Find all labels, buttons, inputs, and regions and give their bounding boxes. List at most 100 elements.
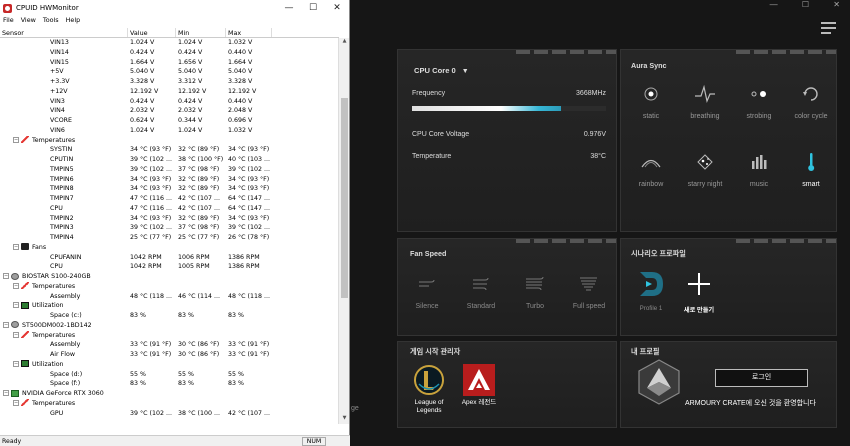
sensor-row[interactable]: VIN6 1.024 V 1.024 V 1.032 V	[0, 126, 339, 136]
sensor-row[interactable]: CPUFANIN 1042 RPM 1006 RPM 1386 RPM	[0, 253, 339, 263]
collapse-toggle-icon[interactable]: −	[13, 399, 19, 406]
panel-accent	[516, 50, 616, 54]
aura-color-cycle[interactable]: color cycle	[784, 84, 838, 120]
sensor-row[interactable]: +12V 12.192 V 12.192 V 12.192 V	[0, 87, 339, 97]
menu-tools[interactable]: Tools	[43, 16, 59, 27]
fan-mode-turbo[interactable]: Turbo	[512, 277, 558, 310]
collapse-toggle-icon[interactable]: −	[13, 243, 19, 250]
aura-starry-night[interactable]: starry night	[678, 152, 732, 188]
armoury-close-button[interactable]: ✕	[833, 0, 840, 9]
tree-group-row[interactable]: − Utilization	[0, 301, 339, 311]
aura-music[interactable]: music	[732, 152, 786, 188]
vertical-scrollbar[interactable]: ▲ ▼	[338, 38, 349, 424]
fan-mode-full-speed[interactable]: Full speed	[566, 277, 612, 310]
column-max[interactable]: Max	[226, 28, 272, 37]
collapse-toggle-icon[interactable]: −	[13, 302, 19, 309]
close-button[interactable]: ✕	[325, 3, 349, 13]
scroll-up-arrow-icon[interactable]: ▲	[339, 38, 350, 47]
sensor-row[interactable]: VIN15 1.664 V 1.656 V 1.664 V	[0, 58, 339, 68]
league-label-line2: Legends	[416, 407, 442, 414]
sensor-row[interactable]: CPU 1042 RPM 1005 RPM 1386 RPM	[0, 262, 339, 272]
menu-file[interactable]: File	[3, 16, 14, 27]
sensor-row[interactable]: SYSTIN 34 °C (93 °F) 32 °C (89 °F) 34 °C (9…	[0, 145, 339, 155]
sensor-row[interactable]: VIN3 0.424 V 0.424 V 0.440 V	[0, 97, 339, 107]
sensor-row[interactable]: Assembly 48 °C (118 ... 46 °C (114 ... 48 °…	[0, 292, 339, 302]
collapse-toggle-icon[interactable]: −	[3, 321, 9, 328]
sensor-row[interactable]: TMPIN7 47 °C (116 ... 42 °C (107 ... 64 °C …	[0, 194, 339, 204]
disk-icon	[11, 272, 19, 280]
tree-group-row[interactable]: − BIOSTAR S100-240GB	[0, 272, 339, 282]
sensor-tree[interactable]: VIN13 1.024 V 1.024 V 1.032 V VIN14 0.424 V 0.…	[0, 38, 339, 424]
collapse-toggle-icon[interactable]: −	[3, 273, 9, 279]
column-sensor[interactable]: Sensor	[0, 28, 128, 37]
collapse-toggle-icon[interactable]: −	[13, 360, 19, 367]
armoury-minimize-button[interactable]: —	[770, 0, 778, 9]
fan-mode-standard[interactable]: Standard	[458, 277, 504, 310]
sensor-row[interactable]: CPU 47 °C (116 ... 42 °C (107 ... 64 °C (14…	[0, 204, 339, 214]
sensor-row[interactable]: +5V 5.040 V 5.040 V 5.040 V	[0, 67, 339, 77]
menu-help[interactable]: Help	[66, 16, 81, 27]
tree-group-row[interactable]: − Temperatures	[0, 399, 339, 409]
scrollbar-thumb[interactable]	[341, 98, 348, 298]
sensor-value-cell	[128, 360, 176, 370]
minimize-button[interactable]: —	[277, 3, 301, 13]
game-apex-legends[interactable]: Apex 레전드	[457, 364, 501, 407]
sensor-row[interactable]: TMPIN3 39 °C (102 ... 37 °C (98 °F) 39 °C (…	[0, 223, 339, 233]
tree-group-row[interactable]: − Temperatures	[0, 331, 339, 341]
collapse-toggle-icon[interactable]: −	[3, 390, 9, 396]
collapse-toggle-icon[interactable]: −	[13, 136, 19, 143]
fan-mode-silence[interactable]: Silence	[404, 277, 450, 310]
sensor-min-cell: 38 °C (100 °F)	[178, 156, 224, 163]
sensor-name-cell: Assembly	[0, 292, 128, 302]
sensor-row[interactable]: VCORE 0.624 V 0.344 V 0.696 V	[0, 116, 339, 126]
menu-view[interactable]: View	[21, 16, 36, 27]
sensor-row[interactable]: TMPIN6 34 °C (93 °F) 32 °C (89 °F) 34 °C (9…	[0, 175, 339, 185]
fan-speed-title: Fan Speed	[410, 249, 447, 258]
tree-group-row[interactable]: − NVIDIA GeForce RTX 3060	[0, 389, 339, 399]
tree-group-row[interactable]: − Temperatures	[0, 136, 339, 146]
sensor-row[interactable]: VIN4 2.032 V 2.032 V 2.048 V	[0, 106, 339, 116]
collapse-toggle-icon[interactable]: −	[13, 282, 19, 289]
cpu-core-selector[interactable]: CPU Core 0 ▼	[414, 66, 469, 75]
sensor-row[interactable]: Assembly 33 °C (91 °F) 30 °C (86 °F) 33 °C …	[0, 340, 339, 350]
sensor-row[interactable]: VIN14 0.424 V 0.424 V 0.440 V	[0, 48, 339, 58]
sensor-row[interactable]: Air Flow 33 °C (91 °F) 30 °C (86 °F) 33 °C …	[0, 350, 339, 360]
tree-group-row[interactable]: − Temperatures	[0, 282, 339, 292]
sensor-row[interactable]: TMPIN4 25 °C (77 °F) 25 °C (77 °F) 26 °C (7…	[0, 233, 339, 243]
aura-strobing[interactable]: strobing	[732, 84, 786, 120]
tree-group-row[interactable]: − Fans	[0, 243, 339, 253]
sensor-row[interactable]: GPU 39 °C (102 ... 38 °C (100 ... 42 °C (10…	[0, 409, 339, 419]
panel-accent	[516, 239, 616, 243]
scroll-down-arrow-icon[interactable]: ▼	[339, 415, 350, 424]
sensor-row[interactable]: TMPIN2 34 °C (93 °F) 32 °C (89 °F) 34 °C (9…	[0, 214, 339, 224]
sensor-max-cell: 34 °C (93 °F)	[228, 146, 270, 154]
maximize-button[interactable]: ☐	[301, 3, 325, 13]
aura-breathing[interactable]: breathing	[678, 84, 732, 120]
sensor-row[interactable]: Space (d:) 55 % 55 % 55 %	[0, 370, 339, 380]
aura-static[interactable]: static	[624, 84, 678, 120]
column-min[interactable]: Min	[176, 28, 226, 37]
game-league-of-legends[interactable]: League of Legends	[407, 364, 451, 415]
sensor-max-cell	[226, 360, 272, 370]
sensor-row[interactable]: VIN13 1.024 V 1.024 V 1.032 V	[0, 38, 339, 48]
sensor-row[interactable]: TMPIN8 34 °C (93 °F) 32 °C (89 °F) 34 °C (9…	[0, 184, 339, 194]
armoury-maximize-button[interactable]: ☐	[802, 0, 809, 9]
aura-smart[interactable]: smart	[784, 152, 838, 188]
sensor-row[interactable]: Space (c:) 83 % 83 % 83 %	[0, 311, 339, 321]
collapse-toggle-icon[interactable]: −	[13, 331, 19, 338]
login-button[interactable]: 로그인	[715, 369, 808, 387]
sensor-row[interactable]: CPUTIN 39 °C (102 ... 38 °C (100 °F) 40 °C …	[0, 155, 339, 165]
tree-group-row[interactable]: − ST500DM002-1BD142	[0, 321, 339, 331]
sensor-max-cell: 1386 RPM	[228, 263, 260, 271]
tree-group-row[interactable]: − Utilization	[0, 360, 339, 370]
hamburger-menu-icon[interactable]	[821, 22, 836, 36]
sensor-max-cell: 1.664 V	[228, 58, 253, 66]
sensor-max-cell	[226, 321, 272, 331]
column-value[interactable]: Value	[128, 28, 176, 37]
scenario-profile-panel: 시나리오 프로파일 Profile 1 새로 만들기	[620, 238, 837, 336]
new-profile-button[interactable]: 새로 만들기	[671, 269, 727, 314]
aura-rainbow[interactable]: rainbow	[624, 152, 678, 188]
sensor-row[interactable]: Space (f:) 83 % 83 % 83 %	[0, 379, 339, 389]
sensor-row[interactable]: TMPIN5 39 °C (102 ... 37 °C (98 °F) 39 °C (…	[0, 165, 339, 175]
sensor-row[interactable]: +3.3V 3.328 V 3.312 V 3.328 V	[0, 77, 339, 87]
